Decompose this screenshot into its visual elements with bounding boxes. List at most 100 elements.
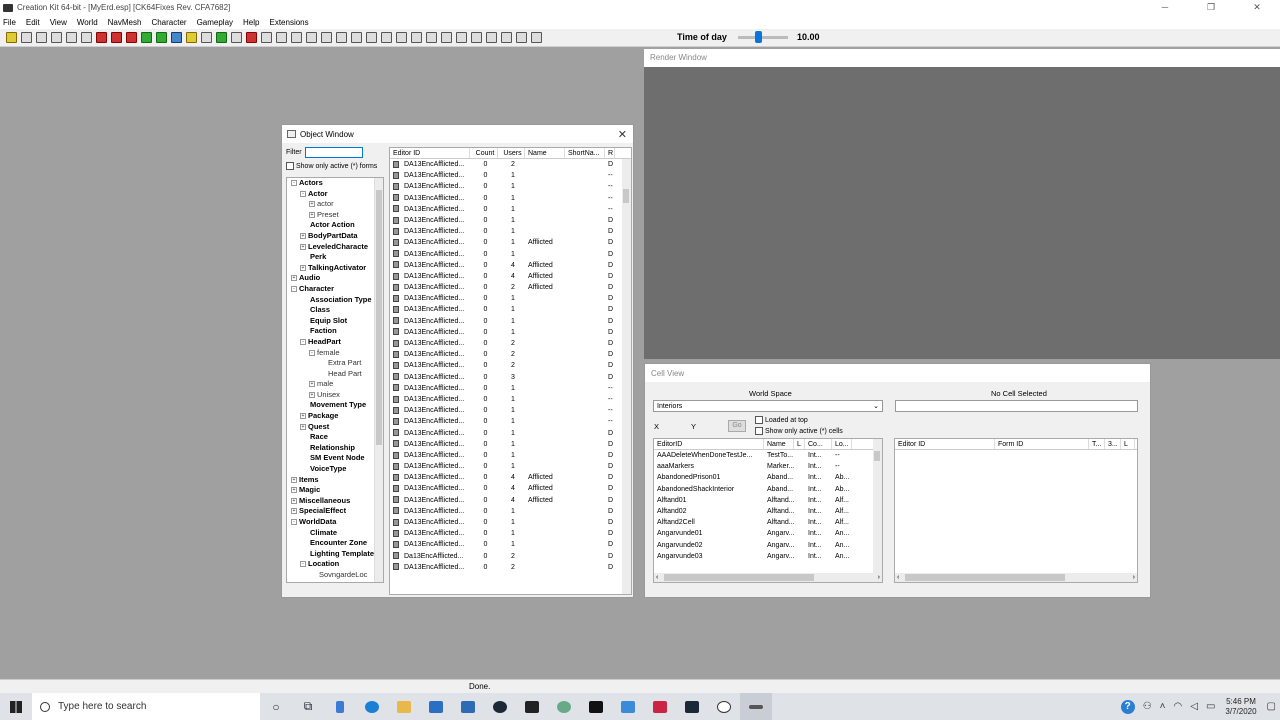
column-editor-id[interactable]: Editor ID xyxy=(895,439,995,449)
tree-scrollbar[interactable] xyxy=(374,178,383,582)
table-row[interactable]: DA13EncAfflicted... 0 1 -- xyxy=(390,416,631,427)
tree-item[interactable]: - Location xyxy=(287,559,383,570)
steam-2-icon[interactable] xyxy=(676,693,708,720)
view-16-icon[interactable] xyxy=(486,32,497,43)
scroll-left-icon[interactable]: ‹ xyxy=(897,573,899,582)
view-10-icon[interactable] xyxy=(396,32,407,43)
mail-icon[interactable] xyxy=(420,693,452,720)
tree-item[interactable]: + Audio xyxy=(287,273,383,284)
column-short-name[interactable]: ShortNa... xyxy=(565,148,605,158)
task-view-icon[interactable]: ⧉ xyxy=(292,693,324,720)
table-row[interactable]: Alftand02 Alftand... Int... Alf... xyxy=(654,506,882,517)
chevron-up-icon[interactable]: ˄ xyxy=(1160,701,1166,712)
filter-input[interactable] xyxy=(305,147,363,158)
table-row[interactable]: Angarvunde01 Angarv... Int... An... xyxy=(654,528,882,539)
cell-list[interactable]: EditorID Name L Co... Lo... AAADeleteWhe… xyxy=(653,438,883,583)
table-row[interactable]: DA13EncAfflicted... 0 4 Afflicted D xyxy=(390,260,631,271)
view-2-icon[interactable] xyxy=(276,32,287,43)
tree-item[interactable]: - HeadPart xyxy=(287,337,383,348)
table-row[interactable]: DA13EncAfflicted... 0 1 D xyxy=(390,293,631,304)
table-row[interactable]: DA13EncAfflicted... 0 1 -- xyxy=(390,394,631,405)
column-co[interactable]: Co... xyxy=(805,439,832,449)
table-row[interactable]: AbandonedShackInterior Aband... Int... Ab..… xyxy=(654,484,882,495)
expand-icon[interactable]: + xyxy=(291,487,297,494)
table-row[interactable]: DA13EncAfflicted... 0 2 D xyxy=(390,562,631,573)
scroll-right-icon[interactable]: › xyxy=(878,573,880,582)
view-18-icon[interactable] xyxy=(516,32,527,43)
view-19-icon[interactable] xyxy=(531,32,542,43)
expand-icon[interactable]: + xyxy=(291,508,297,515)
table-row[interactable]: DA13EncAfflicted... 0 2 D xyxy=(390,338,631,349)
table-row[interactable]: DA13EncAfflicted... 0 2 Afflicted D xyxy=(390,282,631,293)
view-11-icon[interactable] xyxy=(411,32,422,43)
navmesh-icon[interactable] xyxy=(171,32,182,43)
visual-studio-icon[interactable] xyxy=(324,693,356,720)
table-row[interactable]: AbandonedPrison01 Aband... Int... Ab... xyxy=(654,472,882,483)
table-row[interactable]: DA13EncAfflicted... 0 2 D xyxy=(390,349,631,360)
table-row[interactable]: DA13EncAfflicted... 0 1 D xyxy=(390,428,631,439)
loaded-at-top-checkbox[interactable] xyxy=(755,416,763,424)
tree-item[interactable]: Equip Slot xyxy=(287,316,383,327)
edge-icon[interactable] xyxy=(356,693,388,720)
tree-item[interactable]: + Miscellaneous xyxy=(287,496,383,507)
table-row[interactable]: DA13EncAfflicted... 0 1 D xyxy=(390,327,631,338)
view-5-icon[interactable] xyxy=(321,32,332,43)
table-row[interactable]: DA13EncAfflicted... 0 1 D xyxy=(390,506,631,517)
tree-item[interactable]: + Items xyxy=(287,475,383,486)
view-7-icon[interactable] xyxy=(351,32,362,43)
object-list-scrollbar[interactable] xyxy=(622,159,631,594)
column-3[interactable]: 3... xyxy=(1105,439,1121,449)
object-tree[interactable]: - Actors - Actor + actor + Preset Actor Action + B… xyxy=(286,177,384,583)
file-explorer-icon[interactable] xyxy=(388,693,420,720)
table-row[interactable]: DA13EncAfflicted... 0 1 -- xyxy=(390,193,631,204)
scroll-right-icon[interactable]: › xyxy=(1133,573,1135,582)
menu-gameplay[interactable]: Gameplay xyxy=(197,18,233,27)
table-row[interactable]: DA13EncAfflicted... 0 1 Afflicted D xyxy=(390,237,631,248)
tree-item[interactable]: + male xyxy=(287,379,383,390)
expand-icon[interactable]: + xyxy=(291,497,297,504)
cloud-icon[interactable] xyxy=(452,693,484,720)
lasso-icon[interactable] xyxy=(231,32,242,43)
table-row[interactable]: DA13EncAfflicted... 0 1 -- xyxy=(390,181,631,192)
menu-navmesh[interactable]: NavMesh xyxy=(108,18,142,27)
table-row[interactable]: DA13EncAfflicted... 0 1 D xyxy=(390,517,631,528)
view-17-icon[interactable] xyxy=(501,32,512,43)
tree-item[interactable]: + Magic xyxy=(287,485,383,496)
store-icon[interactable] xyxy=(612,693,644,720)
close-icon[interactable]: ✕ xyxy=(618,128,627,141)
view-6-icon[interactable] xyxy=(336,32,347,43)
menu-view[interactable]: View xyxy=(50,18,67,27)
column-form-id[interactable]: Form ID xyxy=(995,439,1089,449)
world-space-select[interactable]: Interiors ⌄ xyxy=(653,400,883,412)
table-row[interactable]: DA13EncAfflicted... 0 1 -- xyxy=(390,170,631,181)
x-coordinate-input[interactable] xyxy=(661,420,687,431)
data-icon[interactable] xyxy=(51,32,62,43)
view-12-icon[interactable] xyxy=(426,32,437,43)
tree-item[interactable]: + Quest xyxy=(287,422,383,433)
light-bulb-icon[interactable] xyxy=(186,32,197,43)
minimize-icon[interactable]: ─ xyxy=(1142,0,1188,15)
tree-item[interactable]: Association Type xyxy=(287,295,383,306)
table-row[interactable]: DA13EncAfflicted... 0 4 Afflicted D xyxy=(390,495,631,506)
table-row[interactable]: DA13EncAfflicted... 0 1 D xyxy=(390,249,631,260)
show-active-forms-option[interactable]: Show only active (*) forms xyxy=(286,162,377,170)
expand-icon[interactable]: + xyxy=(309,201,315,208)
loaded-at-top-option[interactable]: Loaded at top xyxy=(755,416,808,424)
table-row[interactable]: DA13EncAfflicted... 0 1 -- xyxy=(390,204,631,215)
tree-item[interactable]: Climate xyxy=(287,528,383,539)
light-icon[interactable] xyxy=(111,32,122,43)
reference-list[interactable]: Editor ID Form ID T... 3... L ‹ › xyxy=(894,438,1138,583)
tree-item[interactable]: - Actors xyxy=(287,178,383,189)
cursor-icon[interactable] xyxy=(201,32,212,43)
water-icon[interactable] xyxy=(141,32,152,43)
terrain-icon[interactable] xyxy=(216,32,227,43)
collapse-icon[interactable]: - xyxy=(309,349,315,356)
menu-help[interactable]: Help xyxy=(243,18,259,27)
column-lo[interactable]: Lo... xyxy=(832,439,852,449)
table-row[interactable]: DA13EncAfflicted... 0 1 D xyxy=(390,316,631,327)
volume-icon[interactable]: ◁ xyxy=(1190,701,1198,712)
creation-kit-icon[interactable] xyxy=(740,693,772,720)
expand-icon[interactable]: + xyxy=(300,423,306,430)
steam-icon[interactable] xyxy=(484,693,516,720)
cell-list-hscrollbar[interactable]: ‹ › xyxy=(654,573,882,582)
